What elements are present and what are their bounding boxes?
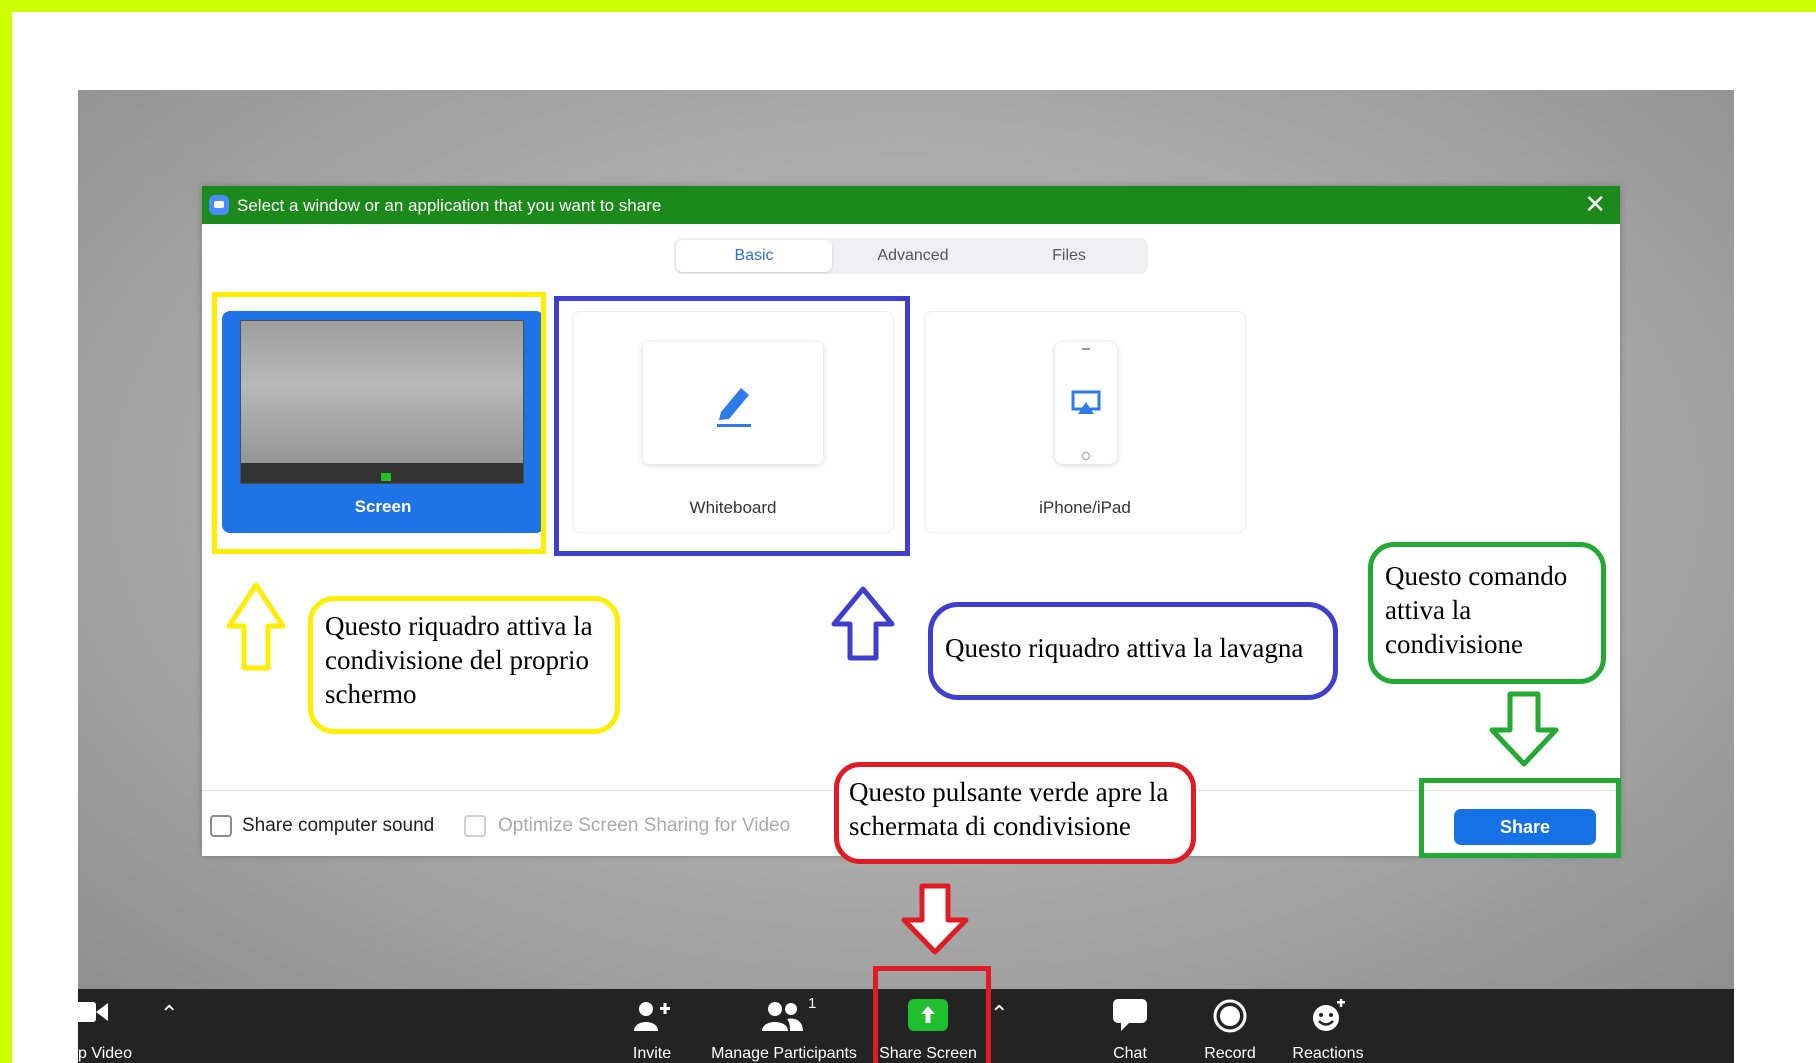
manage-participants-button[interactable]: 1 Manage Participants bbox=[700, 989, 868, 1063]
share-screen-highlight-box bbox=[873, 966, 991, 1063]
option-label-iphone: iPhone/iPad bbox=[1039, 498, 1131, 517]
chat-button[interactable]: Chat bbox=[1102, 989, 1158, 1063]
phone-home-indicator bbox=[1082, 452, 1090, 460]
optimize-video-checkbox[interactable] bbox=[464, 815, 486, 837]
close-icon[interactable]: ✕ bbox=[1584, 190, 1606, 218]
green-down-arrow bbox=[1489, 691, 1559, 767]
chat-icon bbox=[1113, 999, 1147, 1031]
zoom-app-icon bbox=[209, 195, 229, 215]
blue-up-arrow bbox=[831, 586, 895, 661]
whiteboard-highlight-box bbox=[554, 296, 910, 556]
frame-border-left bbox=[0, 0, 12, 1063]
screen-note-line-1: Questo riquadro attiva la bbox=[325, 611, 593, 641]
tab-advanced[interactable]: Advanced bbox=[834, 240, 992, 272]
yellow-up-arrow bbox=[226, 582, 286, 671]
reactions-button[interactable]: Reactions bbox=[1282, 989, 1374, 1063]
video-options-caret[interactable]: ⌃ bbox=[148, 989, 188, 1063]
invite-button[interactable]: Invite bbox=[604, 989, 700, 1063]
share-note-line-3: condivisione bbox=[1385, 629, 1523, 659]
dialog-title: Select a window or an application that y… bbox=[237, 196, 662, 215]
add-user-icon bbox=[634, 1002, 670, 1031]
green-button-note-line-2: schermata di condivisione bbox=[849, 811, 1131, 841]
video-label: p Video bbox=[78, 1045, 132, 1062]
screen-note-bubble: Questo riquadro attiva la condivisione d… bbox=[308, 596, 620, 734]
frame-border-top bbox=[0, 0, 1816, 12]
whiteboard-note-line-1: Questo riquadro attiva la lavagna bbox=[945, 633, 1304, 663]
participants-label: Manage Participants bbox=[711, 1045, 857, 1062]
green-button-note-line-1: Questo pulsante verde apre la bbox=[849, 777, 1169, 807]
reactions-icon bbox=[1313, 999, 1345, 1031]
share-sound-label: Share computer sound bbox=[242, 815, 435, 836]
share-option-iphone[interactable]: iPhone/iPad bbox=[924, 311, 1246, 533]
participants-icon bbox=[762, 1002, 803, 1031]
record-icon bbox=[1213, 999, 1247, 1033]
chevron-up-icon: ⌃ bbox=[990, 1001, 1009, 1026]
phone-card bbox=[1055, 342, 1117, 464]
screen-note-line-3: schermo bbox=[325, 679, 417, 709]
chevron-up-icon: ⌃ bbox=[160, 1001, 179, 1026]
whiteboard-note-bubble: Questo riquadro attiva la lavagna bbox=[928, 602, 1338, 700]
reactions-label: Reactions bbox=[1292, 1045, 1364, 1062]
share-note-line-1: Questo comando bbox=[1385, 561, 1568, 591]
record-button[interactable]: Record bbox=[1190, 989, 1270, 1063]
share-sound-checkbox[interactable] bbox=[210, 815, 232, 837]
screen-highlight-box bbox=[212, 292, 546, 554]
invite-label: Invite bbox=[632, 1045, 672, 1062]
share-note-bubble: Questo comando attiva la condivisione bbox=[1368, 542, 1606, 684]
participants-count: 1 bbox=[808, 995, 817, 1012]
share-tabs: Basic Advanced Files bbox=[674, 238, 1148, 274]
optimize-video-label: Optimize Screen Sharing for Video Clip bbox=[498, 815, 790, 836]
video-camera-icon bbox=[72, 1002, 108, 1022]
dialog-titlebar: Select a window or an application that y… bbox=[202, 186, 1620, 224]
red-down-arrow bbox=[901, 883, 969, 955]
share-note-line-2: attiva la bbox=[1385, 595, 1472, 625]
tab-basic[interactable]: Basic bbox=[676, 240, 832, 272]
green-button-note-bubble: Questo pulsante verde apre la schermata … bbox=[834, 762, 1196, 864]
screen-note-line-2: condivisione del proprio bbox=[325, 645, 589, 675]
record-label: Record bbox=[1204, 1045, 1256, 1062]
tab-files[interactable]: Files bbox=[992, 240, 1146, 272]
airplay-icon bbox=[1071, 390, 1101, 414]
video-button[interactable]: p Video bbox=[72, 989, 148, 1063]
phone-speaker bbox=[1082, 348, 1090, 350]
chat-label: Chat bbox=[1113, 1045, 1147, 1062]
share-button-highlight-box bbox=[1419, 778, 1621, 858]
